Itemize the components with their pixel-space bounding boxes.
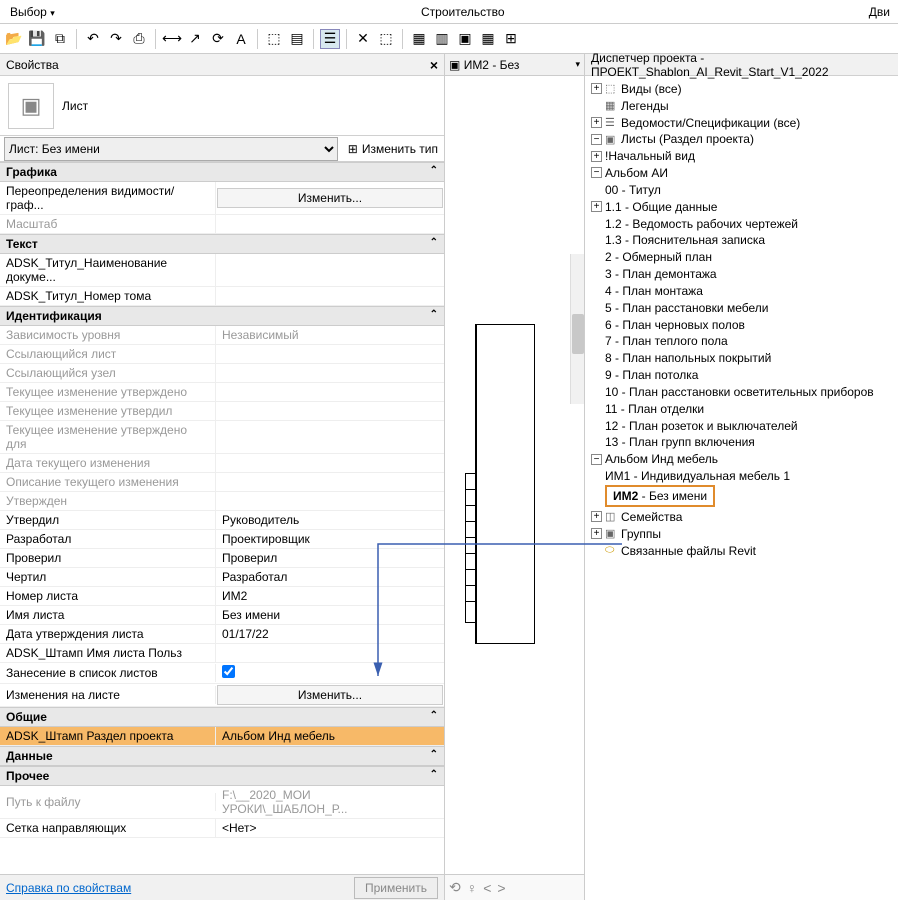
properties-title-bar: Свойства × [0, 54, 444, 76]
collapse-icon[interactable]: − [591, 454, 602, 465]
3d-icon[interactable]: ⬚ [264, 29, 284, 49]
text-icon[interactable]: A [231, 29, 251, 49]
collapse-icon[interactable]: − [591, 134, 602, 145]
view-footer: ⟲ ♀ < > [445, 874, 584, 900]
views-icon: ⬚ [605, 82, 619, 95]
prop-scale: Масштаб [0, 215, 216, 233]
hide-icon[interactable]: ✕ [353, 29, 373, 49]
nav-a-icon[interactable]: ⟲ [449, 879, 461, 896]
section-identification[interactable]: Идентификация⌃ [0, 306, 444, 326]
save-icon[interactable]: 💾 [27, 29, 47, 49]
properties-panel: Свойства × ▣ Лист Лист: Без имени ⊞ Изме… [0, 54, 445, 900]
sheet-type-icon: ▣ [8, 83, 54, 129]
expand-icon[interactable]: + [591, 201, 602, 212]
document-icon: ▣ [449, 58, 460, 72]
instance-select[interactable]: Лист: Без имени [4, 137, 338, 161]
legends-icon: ▦ [605, 99, 619, 112]
nav-next-icon[interactable]: > [497, 880, 505, 896]
tool-b-icon[interactable]: ▥ [432, 29, 452, 49]
revisions-edit-button[interactable]: Изменить... [217, 685, 443, 705]
type-selector[interactable]: ▣ Лист [0, 76, 444, 136]
schedules-icon: ☰ [605, 116, 619, 129]
highlighted-property-row[interactable]: ADSK_Штамп Раздел проектаАльбом Инд мебе… [0, 727, 444, 746]
project-browser-panel: Диспетчер проекта - ПРОЕКТ_Shablon_AI_Re… [585, 54, 898, 900]
tree-links[interactable]: Связанные файлы Revit [621, 543, 756, 557]
scrollbar-v[interactable] [570, 254, 584, 404]
section-common[interactable]: Общие⌃ [0, 707, 444, 727]
tree-schedules[interactable]: Ведомости/Спецификации (все) [621, 115, 800, 129]
panel-title: Свойства [6, 58, 59, 72]
sheet-icon[interactable]: ▤ [287, 29, 307, 49]
expand-icon[interactable]: + [591, 83, 602, 94]
appears-in-sheet-list-checkbox[interactable] [216, 663, 444, 683]
isolate-icon[interactable]: ⬚ [376, 29, 396, 49]
edit-type-button[interactable]: ⊞ Изменить тип [342, 142, 444, 156]
drawing-view: ▣ ИМ2 - Без ▾ ⟲ ♀ < > [445, 54, 585, 900]
tree-legends[interactable]: Легенды [621, 99, 669, 113]
tree-selected-sheet[interactable]: ИМ2 - Без имени [605, 485, 715, 507]
links-icon: ⬭ [605, 544, 619, 557]
dimension-icon[interactable]: ⟷ [162, 29, 182, 49]
section-text[interactable]: Текст⌃ [0, 234, 444, 254]
tool-a-icon[interactable]: ▦ [409, 29, 429, 49]
measure-icon[interactable]: ↗ [185, 29, 205, 49]
tree-families[interactable]: Семейства [621, 510, 682, 524]
tree-sheets[interactable]: Листы (Раздел проекта) [621, 132, 754, 146]
menu-construction[interactable]: Строительство [65, 5, 861, 19]
menu-bar: Выбор ▾ Строительство Дви [0, 0, 898, 24]
undo-icon[interactable]: ↶ [83, 29, 103, 49]
close-icon[interactable]: × [430, 57, 438, 73]
browser-title-bar: Диспетчер проекта - ПРОЕКТ_Shablon_AI_Re… [585, 54, 898, 76]
dropdown-icon[interactable]: ▾ [575, 59, 580, 70]
menu-select[interactable]: Выбор ▾ [0, 5, 65, 19]
properties-footer: Справка по свойствам Применить [0, 874, 444, 900]
expand-icon[interactable]: + [591, 511, 602, 522]
copy-icon[interactable]: ⧉ [50, 29, 70, 49]
expand-icon[interactable]: + [591, 528, 602, 539]
sheets-icon: ▣ [605, 133, 619, 146]
nav-b-icon[interactable]: ♀ [467, 880, 478, 896]
expand-icon[interactable]: + [591, 117, 602, 128]
properties-list: Графика⌃ Переопределения видимости/граф.… [0, 162, 444, 874]
section-data[interactable]: Данные⌃ [0, 746, 444, 766]
groups-icon: ▣ [605, 527, 619, 540]
apply-button[interactable]: Применить [354, 877, 438, 899]
active-view-icon[interactable]: ☰ [320, 29, 340, 49]
tool-d-icon[interactable]: ▦ [478, 29, 498, 49]
browser-title: Диспетчер проекта - ПРОЕКТ_Shablon_AI_Re… [591, 51, 892, 79]
nav-prev-icon[interactable]: < [483, 880, 491, 896]
toolbar: 📂 💾 ⧉ ↶ ↷ ⎙ ⟷ ↗ ⟳ A ⬚ ▤ ☰ ✕ ⬚ ▦ ▥ ▣ ▦ ⊞ [0, 24, 898, 54]
collapse-icon[interactable]: − [591, 167, 602, 178]
print-icon[interactable]: ⎙ [129, 29, 149, 49]
redo-icon[interactable]: ↷ [106, 29, 126, 49]
visibility-edit-button[interactable]: Изменить... [217, 188, 443, 208]
open-icon[interactable]: 📂 [4, 29, 24, 49]
view-tab[interactable]: ▣ ИМ2 - Без ▾ [445, 54, 584, 76]
tool-e-icon[interactable]: ⊞ [501, 29, 521, 49]
edit-type-icon: ⊞ [348, 142, 358, 156]
section-graphics[interactable]: Графика⌃ [0, 162, 444, 182]
properties-help-link[interactable]: Справка по свойствам [6, 881, 131, 895]
families-icon: ◫ [605, 510, 619, 523]
menu-right[interactable]: Дви [861, 5, 898, 19]
rotate-icon[interactable]: ⟳ [208, 29, 228, 49]
tree-groups[interactable]: Группы [621, 527, 661, 541]
prop-visibility-override: Переопределения видимости/граф... [0, 182, 216, 214]
section-other[interactable]: Прочее⌃ [0, 766, 444, 786]
tree-views[interactable]: Виды (все) [621, 82, 682, 96]
project-tree: +⬚Виды (все) ▦Легенды +☰Ведомости/Специф… [585, 76, 898, 562]
tool-c-icon[interactable]: ▣ [455, 29, 475, 49]
expand-icon[interactable]: + [591, 151, 602, 162]
sheet-drawing[interactable] [475, 324, 535, 644]
